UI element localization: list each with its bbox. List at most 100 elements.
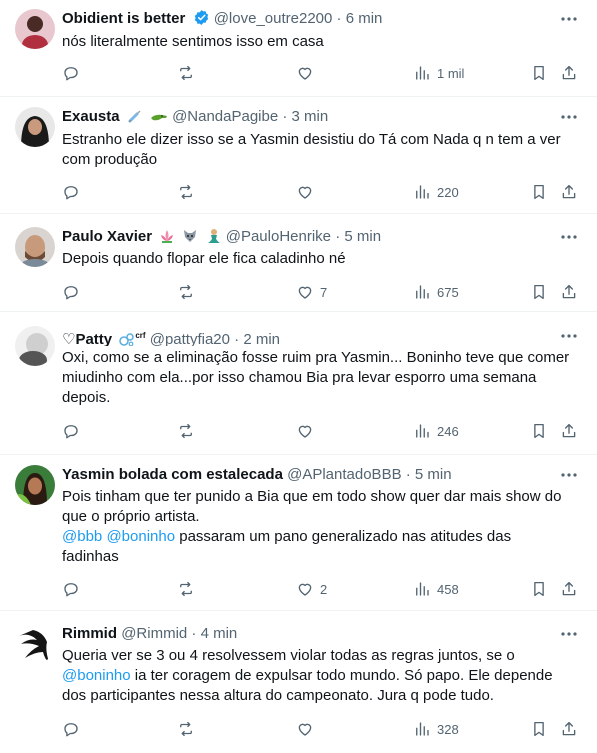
reply-icon: [64, 67, 78, 81]
retweet-icon: [180, 184, 192, 200]
avatar[interactable]: [15, 624, 55, 664]
timestamp[interactable]: 5 min: [415, 466, 452, 483]
avatar[interactable]: [15, 107, 55, 147]
mention-link[interactable]: @boninho: [106, 528, 175, 545]
avatar[interactable]: [15, 465, 55, 505]
separator: ·: [191, 625, 197, 642]
like-button[interactable]: [296, 63, 320, 83]
timestamp[interactable]: 3 min: [292, 108, 329, 125]
retweet-button[interactable]: [177, 579, 201, 599]
bookmark-icon: [534, 423, 544, 439]
timestamp[interactable]: 5 min: [344, 228, 381, 245]
retweet-button[interactable]: [177, 282, 201, 302]
bubbles-emoji-icon: [119, 331, 135, 346]
avatar[interactable]: [15, 9, 55, 49]
timestamp[interactable]: 2 min: [243, 331, 280, 346]
tweet-text: nós literalmente sentimos isso em casa: [62, 33, 324, 50]
avatar[interactable]: [15, 227, 55, 267]
tweet-text: Oxi, como se a eliminação fosse ruim pra…: [62, 349, 570, 406]
reply-icon: [64, 723, 78, 737]
author-handle[interactable]: @Rimmid: [121, 625, 187, 642]
bookmark-button[interactable]: [530, 282, 548, 302]
separator: ·: [335, 228, 341, 245]
views-button[interactable]: 458: [413, 579, 459, 599]
tweet[interactable]: Obidient is better @love_outre2200 · 6 m…: [0, 0, 597, 97]
view-count: 328: [437, 721, 459, 737]
mention-link[interactable]: @boninho: [62, 667, 131, 684]
author-name[interactable]: Obidient is better: [62, 10, 185, 27]
more-options-icon[interactable]: [559, 107, 579, 127]
more-options-icon[interactable]: [559, 9, 579, 29]
bookmark-button[interactable]: [530, 421, 548, 441]
retweet-button[interactable]: [177, 421, 201, 441]
like-button[interactable]: 7: [296, 282, 327, 302]
heart-icon: [298, 583, 312, 596]
reply-button[interactable]: [62, 579, 86, 599]
bookmark-button[interactable]: [530, 579, 548, 599]
share-button[interactable]: [560, 63, 578, 83]
retweet-button[interactable]: [177, 63, 201, 83]
reply-button[interactable]: [62, 719, 86, 739]
share-button[interactable]: [560, 282, 578, 302]
author-name[interactable]: Rimmid: [62, 625, 117, 642]
timestamp[interactable]: 4 min: [201, 625, 238, 642]
bookmark-icon: [534, 184, 544, 200]
author-handle[interactable]: @NandaPagibe: [172, 108, 278, 125]
bookmark-icon: [534, 581, 544, 597]
share-button[interactable]: [560, 182, 578, 202]
share-icon: [562, 184, 576, 199]
timeline-feed: Obidient is better @love_outre2200 · 6 m…: [0, 0, 597, 753]
reply-button[interactable]: [62, 421, 86, 441]
author-name[interactable]: Paulo Xavier: [62, 228, 152, 245]
retweet-button[interactable]: [177, 182, 201, 202]
tweet[interactable]: Yasmin bolada com estalecada @APlantadoB…: [0, 455, 597, 611]
author-name[interactable]: ♡Patty: [62, 331, 112, 346]
more-options-icon[interactable]: [559, 465, 579, 485]
tweet[interactable]: Paulo Xavier @PauloHenrike · 5 min Depoi…: [0, 214, 597, 312]
share-button[interactable]: [560, 421, 578, 441]
view-count: 220: [437, 184, 459, 200]
reply-button[interactable]: [62, 63, 86, 83]
author-handle[interactable]: @PauloHenrike: [226, 228, 331, 245]
more-options-icon[interactable]: [559, 326, 579, 346]
share-button[interactable]: [560, 719, 578, 739]
reply-button[interactable]: [62, 182, 86, 202]
like-button[interactable]: [296, 182, 320, 202]
timestamp[interactable]: 6 min: [346, 10, 383, 27]
like-count: 7: [320, 284, 328, 300]
bookmark-button[interactable]: [530, 182, 548, 202]
tweet-text: Depois quando flopar ele fica caladinho …: [62, 250, 346, 267]
views-icon: [416, 722, 429, 736]
more-options-icon[interactable]: [559, 624, 579, 644]
avatar[interactable]: [15, 326, 55, 366]
author-name[interactable]: Exausta: [62, 108, 120, 125]
views-button[interactable]: 246: [413, 421, 459, 441]
author-handle[interactable]: @APlantadoBBB: [287, 466, 401, 483]
tweet[interactable]: Exausta @NandaPagibe · 3 min Estranho el…: [0, 97, 597, 214]
author-name[interactable]: Yasmin bolada com estalecada: [62, 466, 283, 483]
mermaid-emoji-icon: [206, 228, 222, 247]
like-button[interactable]: [296, 719, 320, 739]
mention-link[interactable]: @bbb: [62, 528, 102, 545]
views-button[interactable]: 328: [413, 719, 459, 739]
view-count: 675: [437, 284, 459, 300]
more-options-icon[interactable]: [559, 227, 579, 247]
like-button[interactable]: 2: [296, 579, 327, 599]
reply-button[interactable]: [62, 282, 86, 302]
author-handle[interactable]: @pattyfia20: [150, 331, 230, 346]
retweet-button[interactable]: [177, 719, 201, 739]
views-button[interactable]: 1 mil: [413, 63, 464, 83]
heart-icon: [298, 67, 312, 80]
bookmark-icon: [534, 65, 544, 81]
tweet[interactable]: ♡Patty crf @pattyfia20 · 2 min Oxi, como…: [0, 312, 597, 455]
views-icon: [416, 185, 429, 199]
author-handle[interactable]: @love_outre2200: [214, 10, 333, 27]
tweet[interactable]: Rimmid @Rimmid · 4 min Queria ver se 3 o…: [0, 611, 597, 753]
bookmark-button[interactable]: [530, 63, 548, 83]
like-button[interactable]: [296, 421, 320, 441]
bookmark-button[interactable]: [530, 719, 548, 739]
views-button[interactable]: 675: [413, 282, 459, 302]
reply-icon: [64, 186, 78, 200]
share-button[interactable]: [560, 579, 578, 599]
views-button[interactable]: 220: [413, 182, 459, 202]
